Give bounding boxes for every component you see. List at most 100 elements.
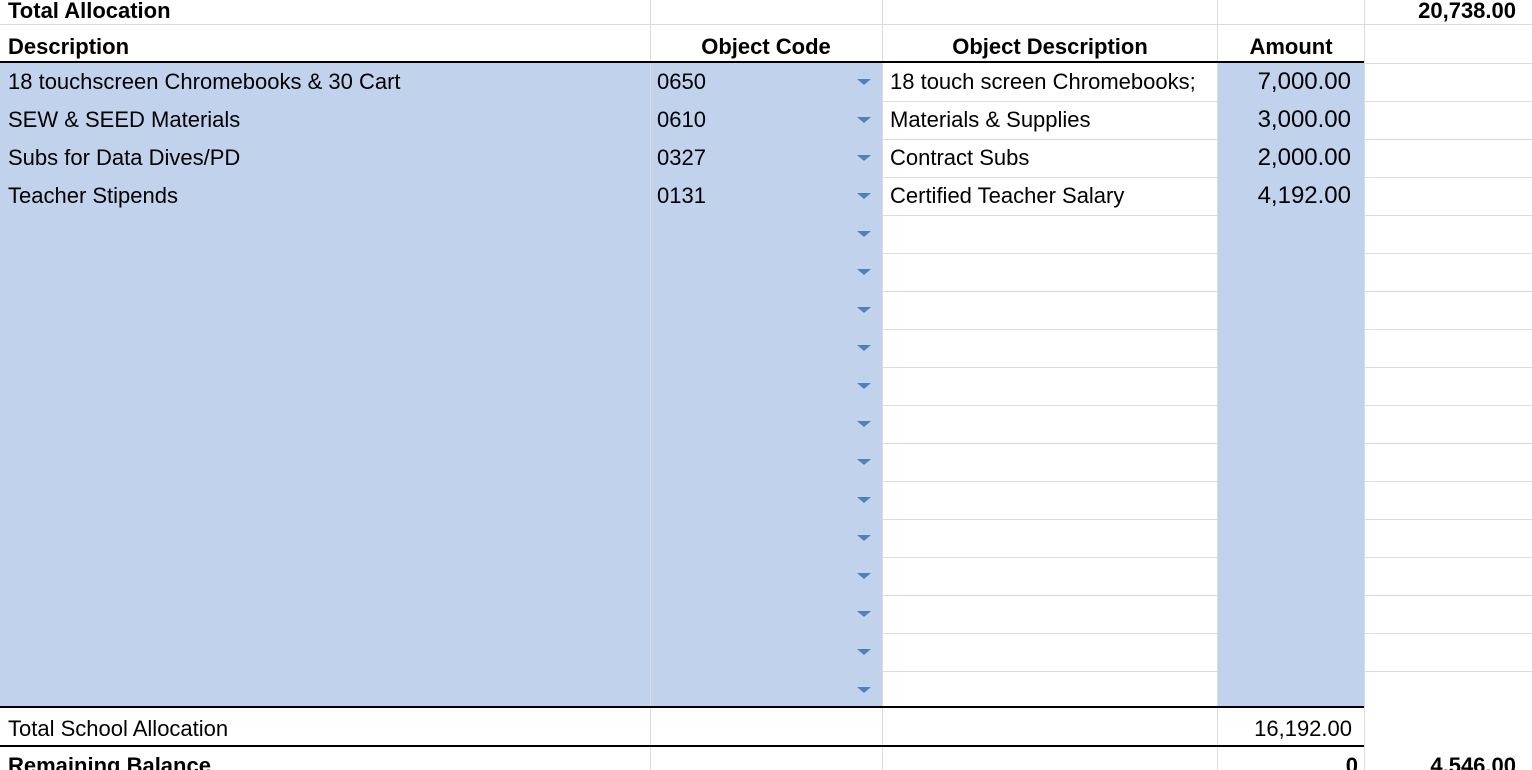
chevron-down-icon[interactable] — [857, 687, 871, 693]
amount-cell[interactable]: 4,192.00 — [1218, 177, 1351, 215]
object-description-cell[interactable] — [890, 671, 1220, 709]
object-description-cell[interactable]: Contract Subs — [890, 139, 1220, 177]
remaining-balance-value[interactable]: 4,546.00 — [1366, 747, 1516, 770]
description-cell[interactable]: Teacher Stipends — [8, 177, 648, 215]
object-description-cell[interactable] — [890, 215, 1220, 253]
header-amount[interactable]: Amount — [1218, 28, 1364, 64]
chevron-down-icon[interactable] — [857, 307, 871, 313]
amount-cell[interactable] — [1218, 595, 1351, 633]
object-code-cell[interactable] — [657, 291, 847, 329]
description-cell[interactable]: SEW & SEED Materials — [8, 101, 648, 139]
description-cell[interactable] — [8, 291, 648, 329]
object-code-cell[interactable]: 0131 — [657, 177, 847, 215]
chevron-down-icon[interactable] — [857, 79, 871, 85]
chevron-down-icon[interactable] — [857, 611, 871, 617]
chevron-down-icon[interactable] — [857, 269, 871, 275]
description-cell[interactable] — [8, 557, 648, 595]
object-code-cell[interactable] — [657, 215, 847, 253]
object-code-cell[interactable] — [657, 671, 847, 709]
chevron-down-icon[interactable] — [857, 231, 871, 237]
description-cell[interactable] — [8, 481, 648, 519]
object-code-cell[interactable]: 0610 — [657, 101, 847, 139]
object-description-cell[interactable] — [890, 443, 1220, 481]
object-description-cell[interactable] — [890, 253, 1220, 291]
chevron-down-icon[interactable] — [857, 497, 871, 503]
object-code-cell[interactable] — [657, 633, 847, 671]
object-code-cell[interactable]: 0327 — [657, 139, 847, 177]
object-description-cell[interactable] — [890, 519, 1220, 557]
object-code-cell[interactable] — [657, 443, 847, 481]
object-description-cell[interactable]: 18 touch screen Chromebooks; — [890, 63, 1220, 101]
amount-cell[interactable] — [1218, 215, 1351, 253]
remaining-balance-label[interactable]: Remaining Balance — [8, 747, 648, 770]
object-description-cell[interactable] — [890, 367, 1220, 405]
chevron-down-icon[interactable] — [857, 345, 871, 351]
amount-cell[interactable] — [1218, 671, 1351, 709]
description-cell[interactable] — [8, 215, 648, 253]
object-description-cell[interactable] — [890, 329, 1220, 367]
amount-cell[interactable] — [1218, 329, 1351, 367]
amount-cell[interactable]: 7,000.00 — [1218, 63, 1351, 101]
total-school-allocation-value[interactable]: 16,192.00 — [1218, 710, 1352, 746]
amount-cell[interactable] — [1218, 443, 1351, 481]
total-allocation-value[interactable]: 20,738.00 — [1366, 0, 1516, 26]
description-cell[interactable] — [8, 329, 648, 367]
amount-cell[interactable] — [1218, 367, 1351, 405]
amount-cell[interactable] — [1218, 633, 1351, 671]
chevron-down-icon[interactable] — [857, 193, 871, 199]
amount-cell[interactable] — [1218, 519, 1351, 557]
object-code-cell[interactable]: 0650 — [657, 63, 847, 101]
amount-cell[interactable] — [1218, 291, 1351, 329]
amount-cell[interactable]: 2,000.00 — [1218, 139, 1351, 177]
object-description-cell[interactable] — [890, 595, 1220, 633]
chevron-down-icon[interactable] — [857, 649, 871, 655]
description-cell[interactable] — [8, 367, 648, 405]
object-code-cell[interactable] — [657, 481, 847, 519]
description-cell[interactable] — [8, 519, 648, 557]
header-border — [0, 61, 1364, 63]
header-object-description[interactable]: Object Description — [883, 28, 1217, 64]
amount-cell[interactable] — [1218, 405, 1351, 443]
description-cell[interactable] — [8, 443, 648, 481]
header-object-code[interactable]: Object Code — [650, 28, 882, 64]
total-school-allocation-label[interactable]: Total School Allocation — [8, 710, 648, 746]
object-code-cell[interactable] — [657, 519, 847, 557]
chevron-down-icon[interactable] — [857, 573, 871, 579]
object-code-cell[interactable] — [657, 557, 847, 595]
object-description-cell[interactable] — [890, 481, 1220, 519]
object-description-cell[interactable] — [890, 405, 1220, 443]
remaining-balance-amount[interactable]: 0 — [1218, 747, 1358, 770]
chevron-down-icon[interactable] — [857, 421, 871, 427]
object-code-cell[interactable] — [657, 329, 847, 367]
object-description-cell[interactable] — [890, 291, 1220, 329]
chevron-down-icon[interactable] — [857, 117, 871, 123]
total-allocation-label[interactable]: Total Allocation — [8, 0, 648, 26]
object-code-cell[interactable] — [657, 595, 847, 633]
gridline — [1364, 253, 1532, 254]
chevron-down-icon[interactable] — [857, 155, 871, 161]
description-cell[interactable]: 18 touchscreen Chromebooks & 30 Cart — [8, 63, 648, 101]
amount-cell[interactable] — [1218, 481, 1351, 519]
description-cell[interactable] — [8, 405, 648, 443]
gridline — [883, 633, 1218, 634]
chevron-down-icon[interactable] — [857, 459, 871, 465]
object-code-cell[interactable] — [657, 367, 847, 405]
description-cell[interactable] — [8, 253, 648, 291]
header-description[interactable]: Description — [8, 28, 648, 64]
object-code-cell[interactable] — [657, 405, 847, 443]
description-cell[interactable]: Subs for Data Dives/PD — [8, 139, 648, 177]
amount-cell[interactable]: 3,000.00 — [1218, 101, 1351, 139]
object-description-cell[interactable]: Certified Teacher Salary — [890, 177, 1220, 215]
chevron-down-icon[interactable] — [857, 383, 871, 389]
object-description-cell[interactable]: Materials & Supplies — [890, 101, 1220, 139]
description-cell[interactable] — [8, 671, 648, 709]
gridline — [883, 519, 1218, 520]
chevron-down-icon[interactable] — [857, 535, 871, 541]
amount-cell[interactable] — [1218, 253, 1351, 291]
description-cell[interactable] — [8, 633, 648, 671]
amount-cell[interactable] — [1218, 557, 1351, 595]
object-description-cell[interactable] — [890, 557, 1220, 595]
description-cell[interactable] — [8, 595, 648, 633]
object-code-cell[interactable] — [657, 253, 847, 291]
object-description-cell[interactable] — [890, 633, 1220, 671]
